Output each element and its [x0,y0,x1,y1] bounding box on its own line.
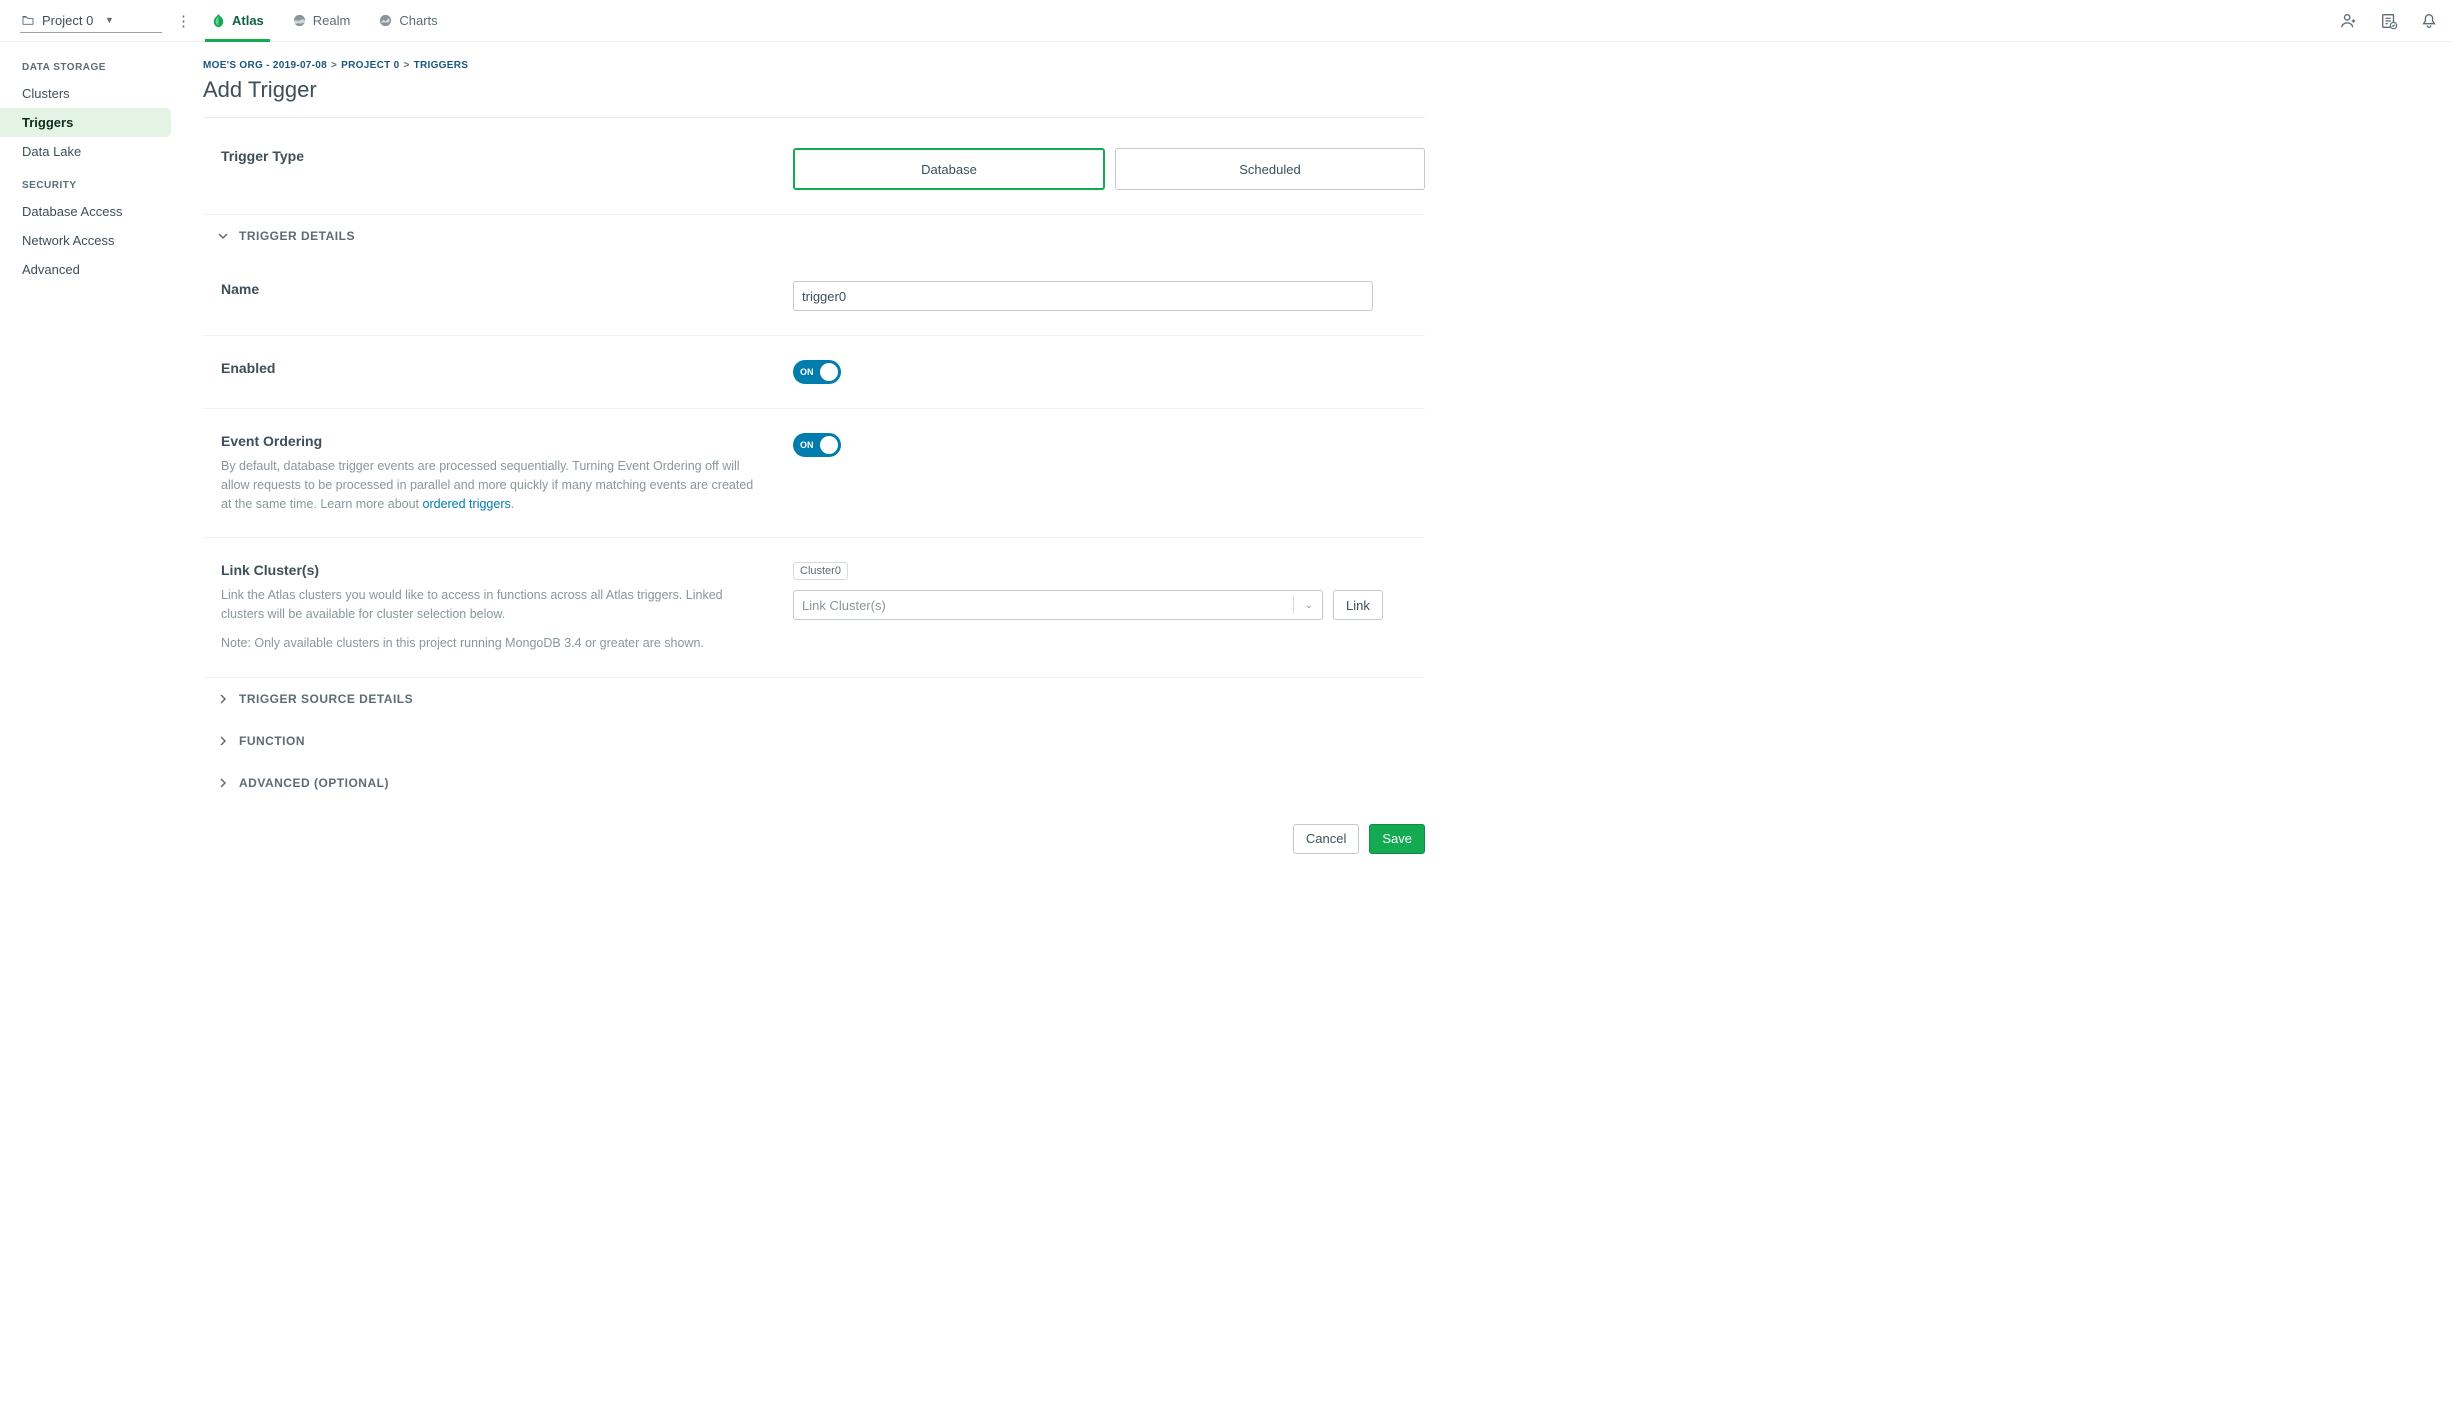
cluster-chip[interactable]: Cluster0 [793,562,848,580]
trigger-type-scheduled[interactable]: Scheduled [1115,148,1425,190]
main-content: MOE'S ORG - 2019-07-08>PROJECT 0>TRIGGER… [185,42,1445,894]
sidebar-item-data-lake[interactable]: Data Lake [0,137,185,166]
toggle-knob [820,436,838,454]
tab-realm[interactable]: Realm [292,0,351,42]
charts-icon [378,13,393,28]
row-link-clusters: Link Cluster(s) Link the Atlas clusters … [203,538,1425,677]
tab-atlas[interactable]: Atlas [211,0,264,42]
chevron-right-icon [217,693,229,705]
breadcrumb: MOE'S ORG - 2019-07-08>PROJECT 0>TRIGGER… [203,60,1425,71]
nav-right [2340,12,2438,30]
kebab-menu-icon[interactable]: ⋮ [176,12,191,30]
section-advanced[interactable]: ADVANCED (OPTIONAL) [203,762,1425,804]
select-divider [1293,596,1294,614]
row-trigger-type: Trigger Type Database Scheduled [203,118,1425,215]
project-name: Project 0 [42,13,97,28]
desc-post: . [511,497,514,511]
tab-label: Realm [313,13,351,28]
section-trigger-details[interactable]: TRIGGER DETAILS [203,215,1425,257]
tab-label: Atlas [232,13,264,28]
realm-icon [292,13,307,28]
toggle-on-label: ON [800,440,814,450]
save-button[interactable]: Save [1369,824,1425,854]
chevron-down-icon: ▼ [105,15,160,25]
sidebar-item-database-access[interactable]: Database Access [0,197,185,226]
chevron-down-icon: ⌄ [1305,600,1313,611]
event-ordering-desc: By default, database trigger events are … [221,457,763,513]
form-footer: Cancel Save [203,824,1425,854]
sidebar-item-triggers[interactable]: Triggers [0,108,171,137]
chevron-right-icon [217,777,229,789]
link-clusters-label: Link Cluster(s) [221,562,763,578]
side-section-header: DATA STORAGE [0,62,185,79]
ordered-triggers-link[interactable]: ordered triggers [423,497,511,511]
project-selector[interactable]: Project 0 ▼ [20,9,162,33]
tab-label: Charts [399,13,437,28]
link-clusters-desc1: Link the Atlas clusters you would like t… [221,586,763,624]
trigger-type-segmented: Database Scheduled [793,148,1425,190]
event-ordering-label: Event Ordering [221,433,763,449]
sidebar-item-network-access[interactable]: Network Access [0,226,185,255]
folder-icon [22,15,34,25]
product-tabs: Atlas Realm Charts [211,0,438,42]
chevron-right-icon [217,735,229,747]
feedback-icon[interactable] [2380,12,2398,30]
trigger-type-label: Trigger Type [221,148,763,164]
sidebar-item-clusters[interactable]: Clusters [0,79,185,108]
sidebar-item-advanced[interactable]: Advanced [0,255,185,284]
name-input[interactable] [793,281,1373,311]
section-label: ADVANCED (OPTIONAL) [239,776,389,790]
invite-user-icon[interactable] [2340,12,2358,30]
toggle-knob [820,363,838,381]
section-label: TRIGGER SOURCE DETAILS [239,692,413,706]
event-ordering-toggle[interactable]: ON [793,433,841,457]
link-clusters-select[interactable]: Link Cluster(s) ⌄ [793,590,1323,620]
tab-charts[interactable]: Charts [378,0,437,42]
row-name: Name [203,257,1425,336]
atlas-icon [211,13,226,28]
section-function[interactable]: FUNCTION [203,720,1425,762]
breadcrumb-triggers[interactable]: TRIGGERS [414,60,469,71]
toggle-on-label: ON [800,367,814,377]
section-label: FUNCTION [239,734,305,748]
top-nav: Project 0 ▼ ⋮ Atlas Realm Charts [0,0,2452,42]
bell-icon[interactable] [2420,12,2438,30]
trigger-type-database[interactable]: Database [793,148,1105,190]
link-button[interactable]: Link [1333,590,1383,620]
row-event-ordering: Event Ordering By default, database trig… [203,409,1425,538]
name-label: Name [221,281,763,297]
enabled-label: Enabled [221,360,763,376]
sidebar: DATA STORAGE Clusters Triggers Data Lake… [0,42,185,894]
select-placeholder: Link Cluster(s) [802,598,886,613]
row-enabled: Enabled ON [203,336,1425,409]
breadcrumb-org[interactable]: MOE'S ORG - 2019-07-08 [203,60,327,71]
chevron-down-icon [217,230,229,242]
page-title: Add Trigger [203,77,1425,103]
section-label: TRIGGER DETAILS [239,229,355,243]
cancel-button[interactable]: Cancel [1293,824,1359,854]
link-clusters-desc2: Note: Only available clusters in this pr… [221,634,763,653]
enabled-toggle[interactable]: ON [793,360,841,384]
side-section-header: SECURITY [0,180,185,197]
section-trigger-source-details[interactable]: TRIGGER SOURCE DETAILS [203,678,1425,720]
breadcrumb-project[interactable]: PROJECT 0 [341,60,399,71]
